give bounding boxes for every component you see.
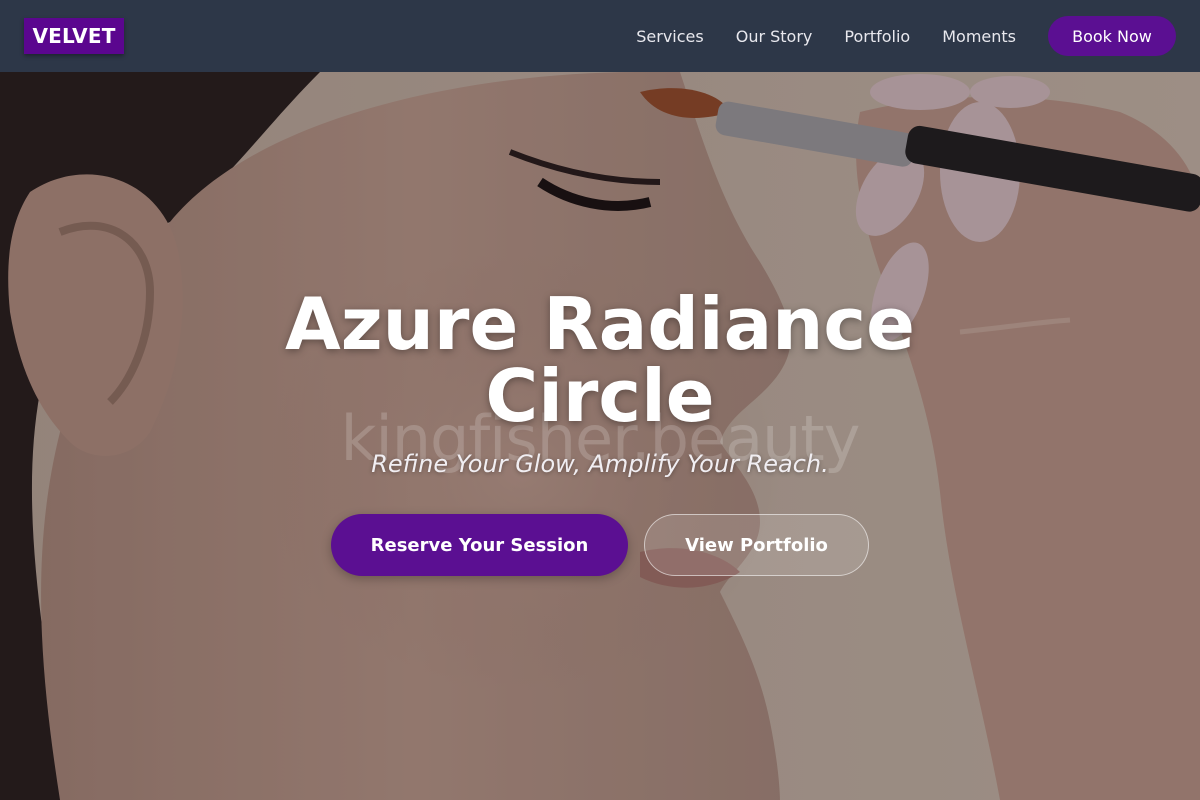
hero-cta-row: Reserve Your Session View Portfolio xyxy=(0,514,1200,576)
nav-link-moments[interactable]: Moments xyxy=(942,27,1016,46)
main-nav: Services Our Story Portfolio Moments Boo… xyxy=(636,0,1176,72)
nav-link-portfolio[interactable]: Portfolio xyxy=(844,27,910,46)
view-portfolio-button[interactable]: View Portfolio xyxy=(644,514,869,576)
hero-section: kingfisher.beauty Azure Radiance Circle … xyxy=(0,72,1200,800)
brand-logo[interactable]: VELVET xyxy=(24,18,124,54)
hero-tagline: Refine Your Glow, Amplify Your Reach. xyxy=(371,450,829,478)
book-now-button[interactable]: Book Now xyxy=(1048,16,1176,56)
hero-title-line-2: Circle xyxy=(485,354,715,438)
reserve-session-button[interactable]: Reserve Your Session xyxy=(331,514,628,576)
hero-content: kingfisher.beauty Azure Radiance Circle … xyxy=(0,72,1200,800)
hero-title: Azure Radiance Circle xyxy=(0,288,1200,432)
site-header: VELVET Services Our Story Portfolio Mome… xyxy=(0,0,1200,72)
nav-link-our-story[interactable]: Our Story xyxy=(736,27,813,46)
nav-link-services[interactable]: Services xyxy=(636,27,703,46)
